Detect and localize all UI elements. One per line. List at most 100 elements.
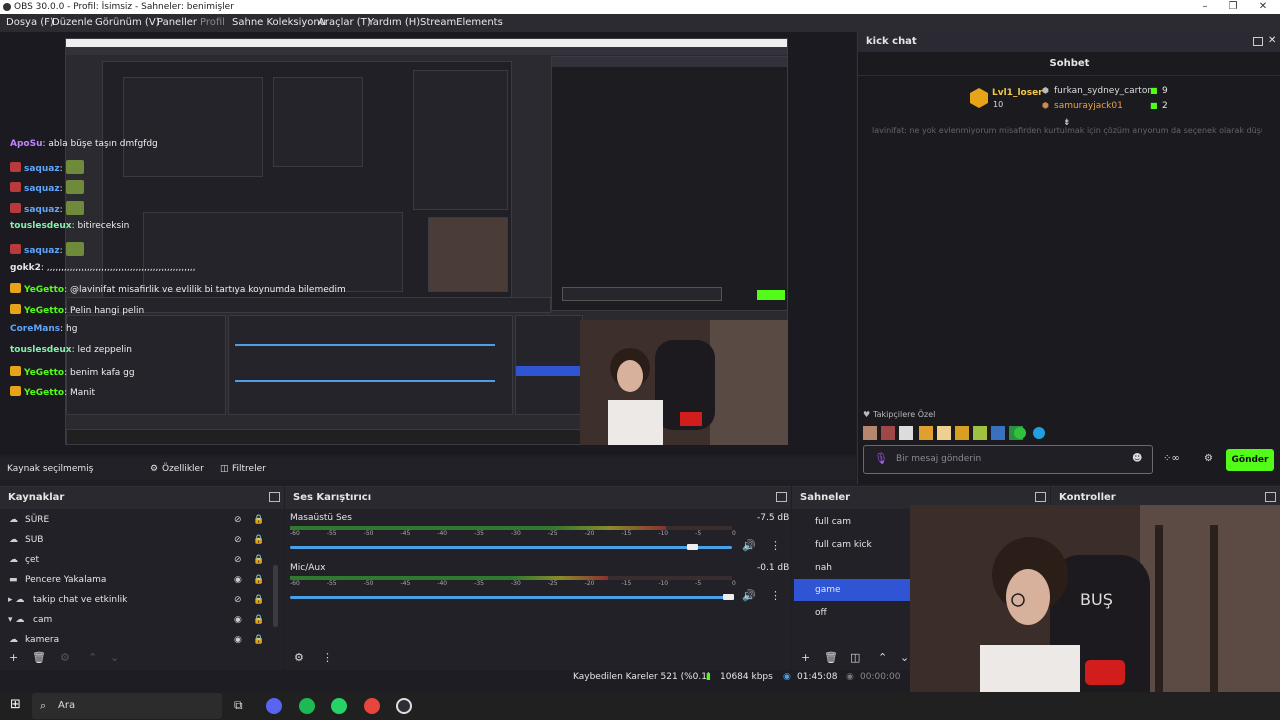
undock-scenes-icon[interactable] <box>1035 492 1046 502</box>
source-settings-icon[interactable]: ⚙ <box>60 651 70 664</box>
eye-icon[interactable]: ◉ <box>234 615 242 625</box>
menu-docks[interactable]: Paneller <box>157 14 197 32</box>
chat-username[interactable]: touslesdeux <box>10 221 72 231</box>
lock-icon[interactable]: 🔒 <box>253 555 264 565</box>
user-badge-icon <box>10 283 21 294</box>
windows-start-icon[interactable]: ⊞ <box>10 697 21 712</box>
chrome-icon[interactable] <box>364 698 380 714</box>
eye-hidden-icon[interactable]: ⊘ <box>234 595 242 605</box>
eye-hidden-icon[interactable]: ⊘ <box>234 535 242 545</box>
emote-row[interactable] <box>863 425 1053 441</box>
chat-username[interactable]: saquaz <box>24 246 60 256</box>
filters-button[interactable]: Filtreler <box>232 458 266 480</box>
leader-first-name[interactable]: Lvl1_loser <box>992 88 1043 98</box>
source-item-label[interactable]: cam <box>33 615 52 625</box>
gift-icon-2: ■ <box>1150 101 1158 110</box>
mixer-menu-icon[interactable]: ⋮ <box>322 651 333 664</box>
filter-icon[interactable]: ◫ <box>220 458 229 480</box>
svg-text:BUŞ: BUŞ <box>1080 590 1113 609</box>
undock-controls-icon[interactable] <box>1265 492 1276 502</box>
source-item-label[interactable]: Pencere Yakalama <box>25 575 106 585</box>
eye-hidden-icon[interactable]: ⊘ <box>234 555 242 565</box>
lock-icon[interactable]: 🔒 <box>253 615 264 625</box>
source-item-label[interactable]: SUB <box>25 535 43 545</box>
source-item-label[interactable]: takip chat ve etkinlik <box>33 595 127 605</box>
move-down-icon[interactable]: ⌄ <box>110 651 119 664</box>
add-source-icon[interactable]: + <box>9 651 18 664</box>
chat-username[interactable]: ApoSu <box>10 139 42 149</box>
properties-button[interactable]: Özellikler <box>162 458 204 480</box>
undock-icon[interactable] <box>1253 37 1263 46</box>
minimize-icon[interactable]: – <box>1190 0 1220 14</box>
close-icon[interactable]: ✕ <box>1248 0 1278 14</box>
volume-slider-handle[interactable] <box>687 544 699 550</box>
chat-message-input[interactable]: 🎙 Bir mesaj gönderin ☻ <box>863 445 1153 474</box>
eye-hidden-icon[interactable]: ⊘ <box>234 515 242 525</box>
chat-username[interactable]: touslesdeux <box>10 345 72 355</box>
dock-close-icon[interactable]: ✕ <box>1268 35 1276 46</box>
chat-username[interactable]: YeGetto <box>24 306 64 316</box>
chat-username[interactable]: saquaz <box>24 164 60 174</box>
obs-taskbar-icon[interactable] <box>396 698 412 714</box>
lock-icon[interactable]: 🔒 <box>253 635 264 645</box>
speaker-icon[interactable]: 🔊 <box>742 539 756 552</box>
sources-scrollbar[interactable] <box>273 565 278 627</box>
chat-settings-icon[interactable]: ⚙ <box>1204 453 1213 464</box>
menu-file[interactable]: Dosya (F) <box>6 14 54 32</box>
points-icon[interactable]: ⁘∞ <box>1163 453 1180 464</box>
volume-slider[interactable] <box>290 546 732 549</box>
whatsapp-icon[interactable] <box>331 698 347 714</box>
scene-item[interactable]: off <box>794 602 911 624</box>
volume-slider-handle[interactable] <box>722 594 734 600</box>
discord-icon[interactable] <box>266 698 282 714</box>
taskbar-search[interactable]: ⌕ Ara <box>32 693 222 719</box>
lock-icon[interactable]: 🔒 <box>253 535 264 545</box>
chat-username[interactable]: gokk2 <box>10 263 41 273</box>
leader-third-name[interactable]: samurayjack01 <box>1054 101 1123 111</box>
undock-sources-icon[interactable] <box>269 492 280 502</box>
gear-icon[interactable]: ⚙ <box>150 458 158 480</box>
menu-view[interactable]: Görünüm (V) <box>95 14 160 32</box>
menu-tools[interactable]: Araçlar (T) <box>318 14 371 32</box>
scene-item[interactable]: full cam kick <box>794 534 911 556</box>
channel-menu-icon[interactable]: ⋮ <box>770 539 781 552</box>
chat-username[interactable]: CoreMans <box>10 324 60 334</box>
undock-mixer-icon[interactable] <box>776 492 787 502</box>
source-item-label[interactable]: kamera <box>25 635 59 645</box>
scene-item[interactable]: full cam <box>794 511 911 533</box>
leader-second-name[interactable]: furkan_sydney_carton <box>1054 86 1153 96</box>
chat-username[interactable]: YeGetto <box>24 388 64 398</box>
menu-edit[interactable]: Düzenle <box>52 14 93 32</box>
chat-username[interactable]: saquaz <box>24 184 60 194</box>
speaker-icon[interactable]: 🔊 <box>742 589 756 602</box>
menu-scene-collection[interactable]: Sahne Koleksiyonu <box>232 14 326 32</box>
spotify-icon[interactable] <box>299 698 315 714</box>
volume-slider[interactable] <box>290 596 732 599</box>
move-up-icon[interactable]: ⌃ <box>88 651 97 664</box>
chat-username[interactable]: YeGetto <box>24 285 64 295</box>
task-view-icon[interactable]: ⧉ <box>234 698 243 713</box>
chat-username[interactable]: saquaz <box>24 205 60 215</box>
remove-source-icon[interactable]: 🗑 <box>32 651 46 664</box>
scene-down-icon[interactable]: ⌄ <box>900 651 909 664</box>
send-button[interactable]: Gönder <box>1226 449 1274 471</box>
channel-menu-icon[interactable]: ⋮ <box>770 589 781 602</box>
lock-icon[interactable]: 🔒 <box>253 515 264 525</box>
lock-icon[interactable]: 🔒 <box>253 595 264 605</box>
advanced-audio-icon[interactable]: ⚙ <box>294 651 304 664</box>
source-item-label[interactable]: SÜRE <box>25 515 49 525</box>
eye-icon[interactable]: ◉ <box>234 635 242 645</box>
eye-icon[interactable]: ◉ <box>234 575 242 585</box>
chat-username[interactable]: YeGetto <box>24 368 64 378</box>
chat-tab-sohbet[interactable]: Sohbet <box>858 52 1280 76</box>
menu-profile[interactable]: Profil <box>200 14 225 32</box>
scene-item[interactable]: nah <box>794 557 911 579</box>
maximize-icon[interactable]: ❐ <box>1218 0 1248 14</box>
microphone-icon[interactable]: 🎙 <box>874 452 888 465</box>
menu-help[interactable]: Yardım (H) <box>368 14 420 32</box>
emoji-icon[interactable]: ☻ <box>1132 453 1142 464</box>
lock-icon[interactable]: 🔒 <box>253 575 264 585</box>
source-item-label[interactable]: çet <box>25 555 39 565</box>
scene-item[interactable]: game <box>794 579 911 602</box>
menu-streamelements[interactable]: StreamElements <box>420 14 503 32</box>
